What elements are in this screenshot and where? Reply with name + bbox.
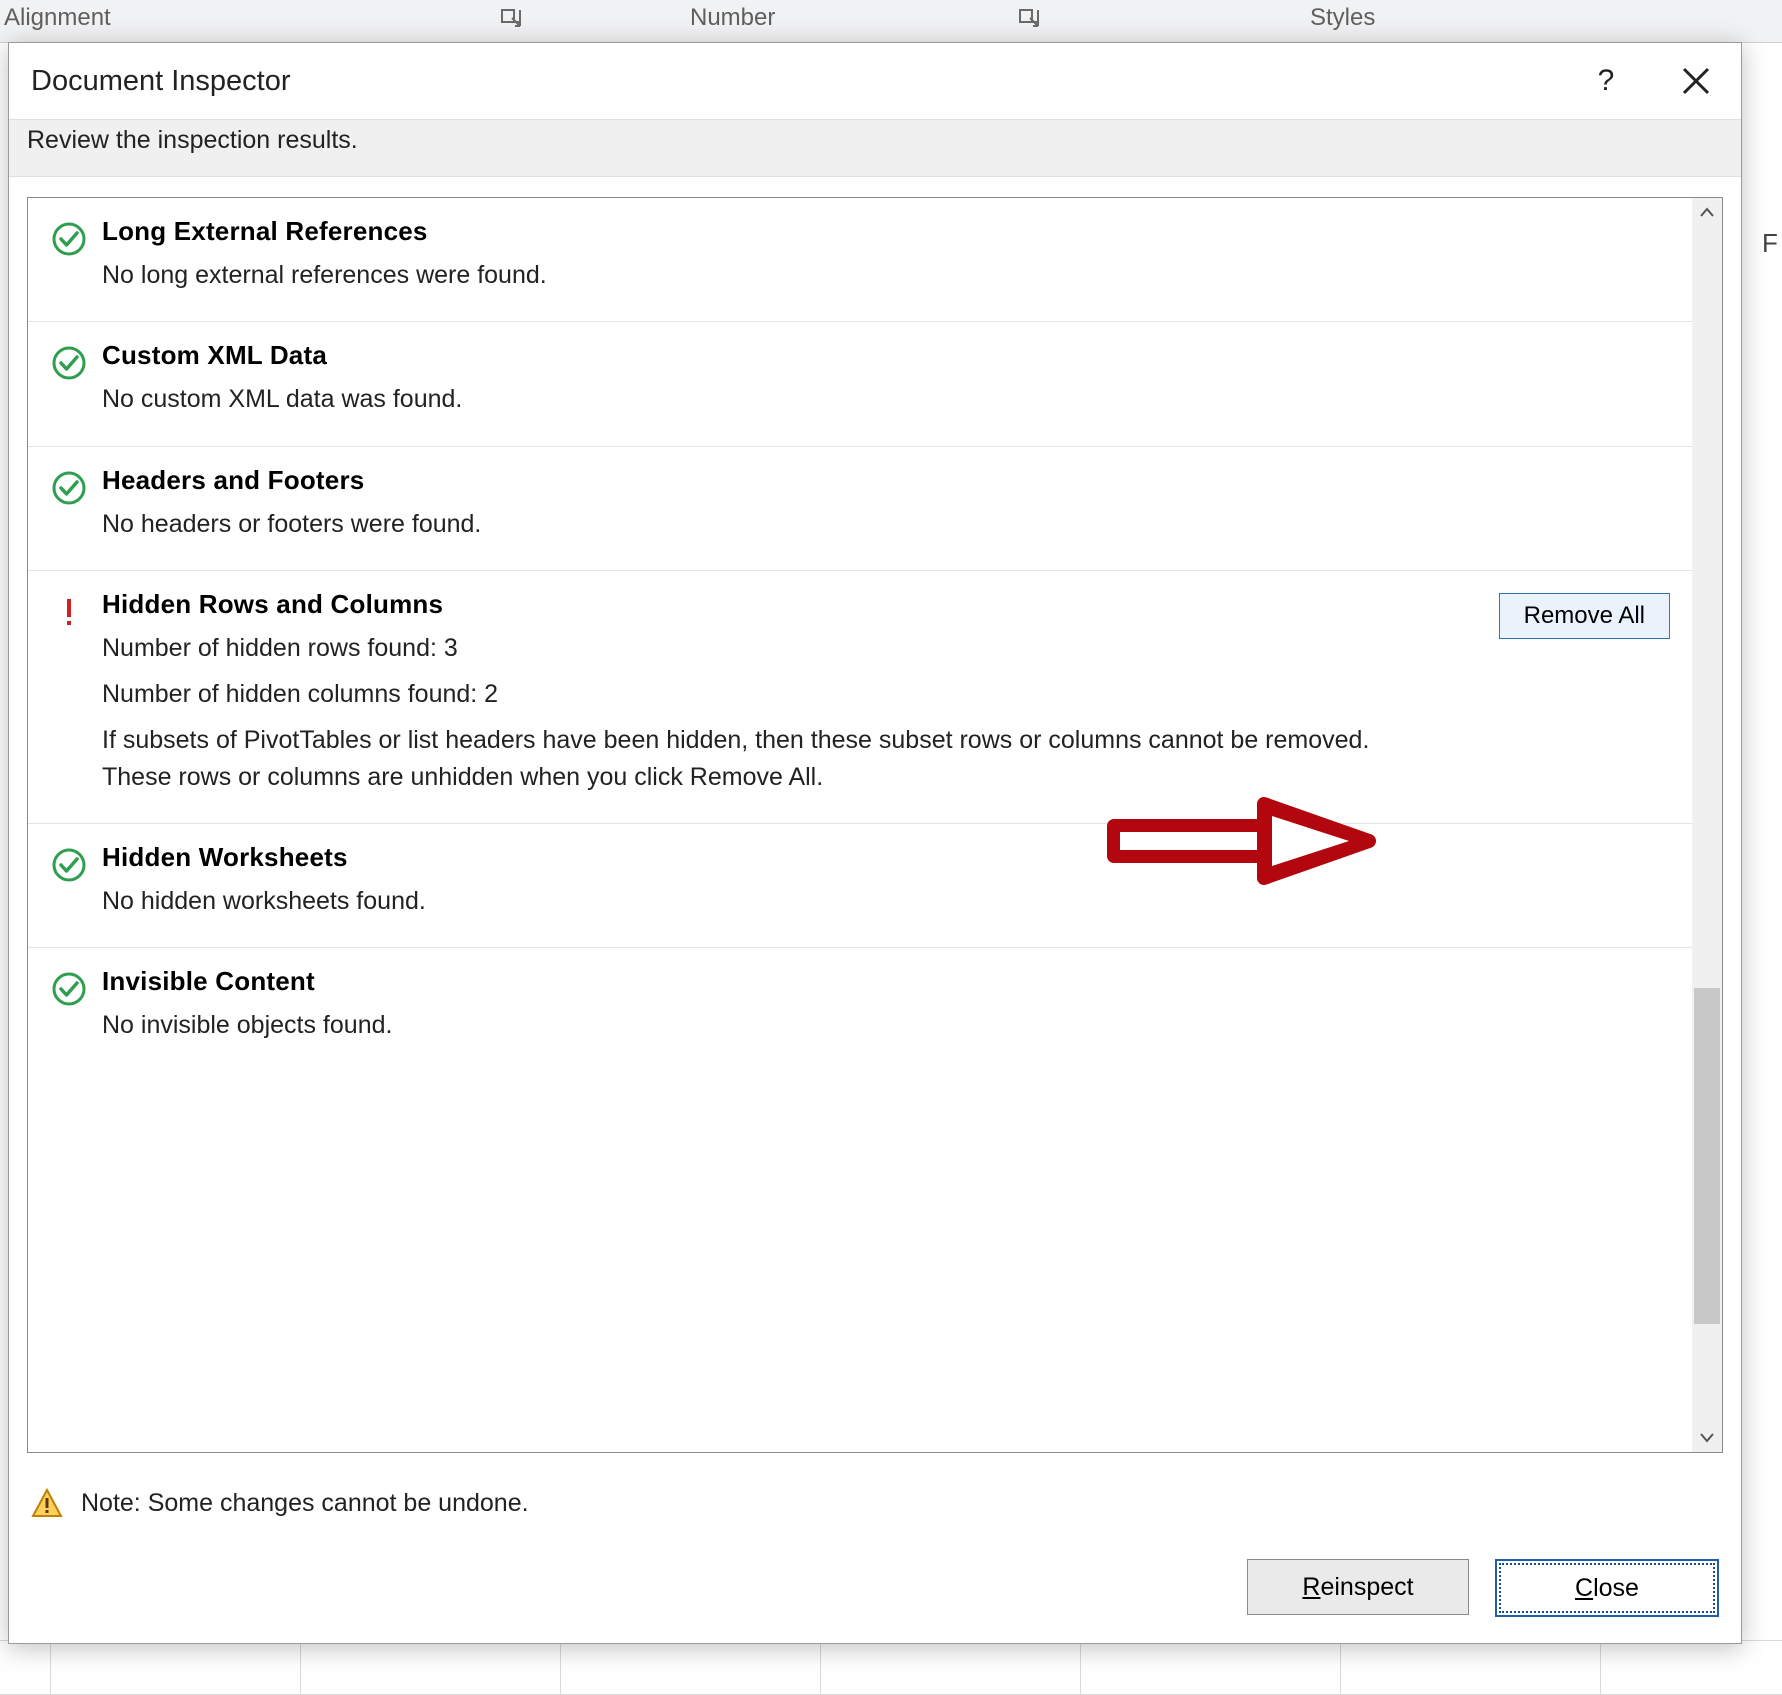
inspection-item-body: Hidden Worksheets No hidden worksheets fo…	[102, 842, 1430, 919]
inspection-item: Hidden Rows and Columns Number of hidden …	[28, 571, 1692, 824]
inspection-item-body: Custom XML Data No custom XML data was fo…	[102, 340, 1430, 417]
inspection-item-line: If subsets of PivotTables or list header…	[102, 722, 1420, 795]
inspection-item-body: Long External References No long external…	[102, 216, 1430, 293]
dialog-title: Document Inspector	[9, 65, 291, 98]
inspection-item-line: No headers or footers were found.	[102, 506, 1420, 542]
checkmark-icon	[36, 966, 102, 1043]
inspection-item-title: Long External References	[102, 216, 1420, 247]
results-panel: Long External References No long external…	[27, 197, 1723, 1453]
close-icon[interactable]	[1651, 43, 1741, 119]
spreadsheet-grid[interactable]	[0, 1640, 1782, 1695]
inspection-item-title: Invisible Content	[102, 966, 1420, 997]
ribbon-group-styles: Styles	[1310, 4, 1375, 32]
checkmark-icon	[36, 216, 102, 293]
warning-icon	[27, 1487, 67, 1519]
inspection-item-body: Headers and Footers No headers or footers…	[102, 465, 1430, 542]
inspection-item-actions	[1430, 966, 1670, 1043]
instruction-text: Review the inspection results.	[9, 119, 1741, 177]
scrollbar[interactable]	[1692, 198, 1722, 1452]
ribbon-group-strip: Alignment Number Styles	[0, 0, 1782, 43]
inspection-item-title: Hidden Worksheets	[102, 842, 1420, 873]
dialog-launcher-icon[interactable]	[1018, 8, 1040, 30]
alert-icon	[36, 589, 102, 795]
ribbon-group-alignment: Alignment	[4, 4, 111, 32]
inspection-item-line: No custom XML data was found.	[102, 381, 1420, 417]
inspection-item: Custom XML Data No custom XML data was fo…	[28, 322, 1692, 446]
inspection-item-title: Headers and Footers	[102, 465, 1420, 496]
inspection-item-body: Invisible Content No invisible objects fo…	[102, 966, 1430, 1043]
inspection-item-body: Hidden Rows and Columns Number of hidden …	[102, 589, 1430, 795]
dialog-launcher-icon[interactable]	[500, 8, 522, 30]
scrollbar-thumb[interactable]	[1694, 988, 1720, 1324]
scroll-down-icon[interactable]	[1692, 1422, 1722, 1452]
ribbon-group-number: Number	[690, 4, 775, 32]
note-text: Note: Some changes cannot be undone.	[81, 1489, 529, 1518]
inspection-item: Long External References No long external…	[28, 198, 1692, 322]
close-button[interactable]: Close	[1495, 1559, 1719, 1617]
inspection-item-line: Number of hidden rows found: 3	[102, 630, 1420, 666]
checkmark-icon	[36, 465, 102, 542]
inspection-item-line: No invisible objects found.	[102, 1007, 1420, 1043]
dialog-titlebar[interactable]: Document Inspector ?	[9, 43, 1741, 119]
document-inspector-dialog: Document Inspector ? Review the inspecti…	[8, 42, 1742, 1644]
scroll-up-icon[interactable]	[1692, 198, 1722, 228]
inspection-item-actions	[1430, 842, 1670, 919]
remove-all-button[interactable]: Remove All	[1499, 593, 1670, 639]
inspection-item: Hidden Worksheets No hidden worksheets fo…	[28, 824, 1692, 948]
inspection-item-line: No long external references were found.	[102, 257, 1420, 293]
checkmark-icon	[36, 340, 102, 417]
checkmark-icon	[36, 842, 102, 919]
inspection-item-actions	[1430, 340, 1670, 417]
inspection-item-title: Custom XML Data	[102, 340, 1420, 371]
inspection-item-actions	[1430, 465, 1670, 542]
inspection-item-line: Number of hidden columns found: 2	[102, 676, 1420, 712]
svg-text:?: ?	[1598, 64, 1615, 97]
inspection-item-actions: Remove All	[1430, 589, 1670, 795]
inspection-item: Headers and Footers No headers or footers…	[28, 447, 1692, 571]
inspection-item-title: Hidden Rows and Columns	[102, 589, 1420, 620]
column-header-letter: F	[1758, 228, 1782, 259]
inspection-item-actions	[1430, 216, 1670, 293]
inspection-item-line: No hidden worksheets found.	[102, 883, 1420, 919]
help-button[interactable]: ?	[1561, 43, 1651, 119]
inspection-item: Invisible Content No invisible objects fo…	[28, 948, 1692, 1071]
reinspect-button[interactable]: Reinspect	[1247, 1559, 1469, 1615]
